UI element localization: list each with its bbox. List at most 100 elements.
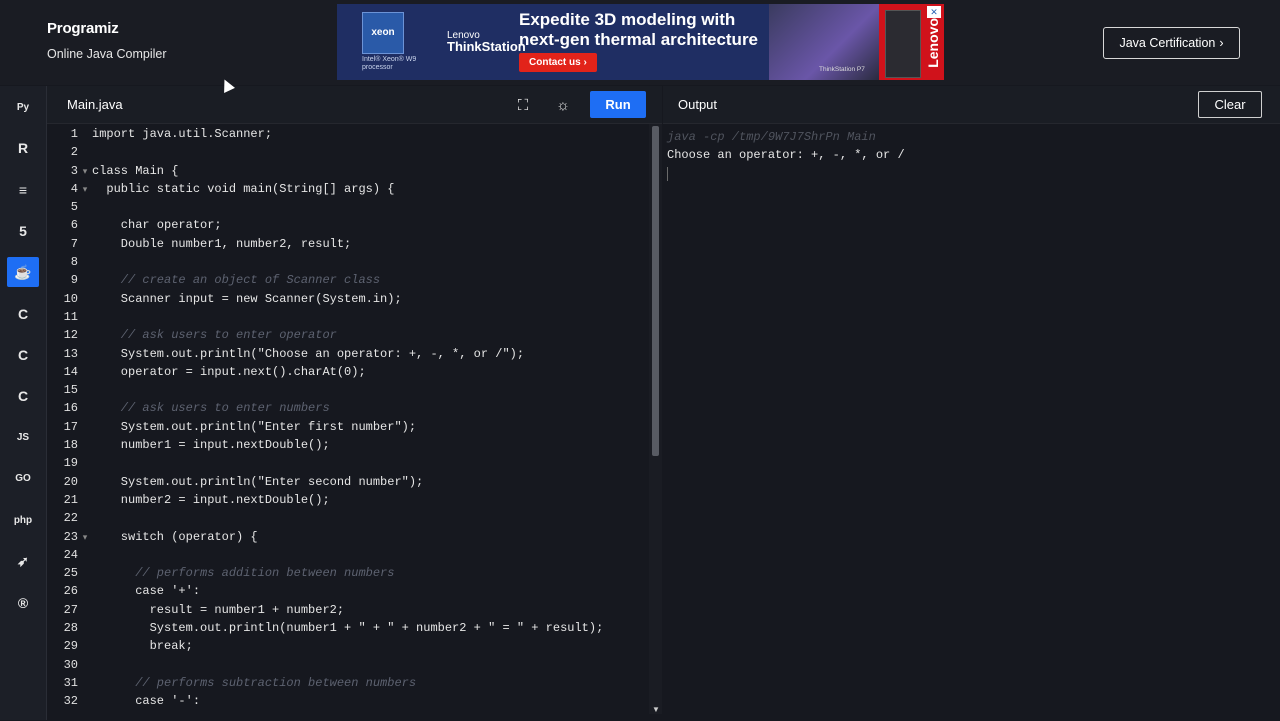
code-comment: // performs subtraction between numbers: [92, 675, 417, 690]
code-line[interactable]: 24: [47, 546, 649, 564]
code-text: System.out.println(number1 + " + " + num…: [92, 621, 604, 636]
intel-caption: Intel® Xeon® W9 processor: [362, 56, 417, 71]
java-icon[interactable]: ☕: [7, 257, 39, 288]
code-line[interactable]: 7 Double number1, number2, result;: [47, 235, 649, 253]
code-text: class Main {: [92, 163, 179, 178]
line-number: 23: [63, 529, 78, 544]
line-number: 4: [70, 181, 78, 196]
sql-icon[interactable]: ≡: [7, 175, 39, 205]
output-toolbar: Output Clear: [663, 86, 1280, 124]
lenovo-thinkstation-label: Lenovo ThinkStation: [447, 30, 526, 54]
line-number: 3: [70, 163, 78, 178]
line-number: 11: [63, 309, 78, 324]
code-line[interactable]: 14 operator = input.next().charAt(0);: [47, 363, 649, 381]
line-number: 19: [63, 456, 78, 471]
code-line[interactable]: 30: [47, 656, 649, 674]
code-text: result = number1 + number2;: [92, 602, 345, 617]
line-number: 2: [70, 145, 78, 160]
ad-contact-button[interactable]: Contact us ›: [519, 53, 597, 72]
code-line[interactable]: 4 ▾ public static void main(String[] args…: [47, 180, 649, 198]
line-number: 32: [63, 694, 78, 709]
javascript-icon[interactable]: JS: [7, 422, 39, 452]
csharp-icon[interactable]: C: [7, 381, 39, 411]
line-number: 22: [63, 511, 78, 526]
top-bar: Programiz Online Java Compiler xeon Inte…: [0, 0, 1280, 85]
code-line[interactable]: 26 case '+':: [47, 582, 649, 600]
java-certification-button[interactable]: Java Certification ›: [1103, 27, 1240, 59]
tab-main-java[interactable]: Main.java: [67, 97, 123, 112]
code-text: case '-':: [92, 694, 201, 709]
line-number: 14: [63, 364, 78, 379]
fullscreen-icon[interactable]: ⛶: [513, 95, 533, 115]
output-title: Output: [678, 97, 718, 112]
code-line[interactable]: 5: [47, 198, 649, 216]
code-line[interactable]: 28 System.out.println(number1 + " + " + …: [47, 619, 649, 637]
clear-button[interactable]: Clear: [1198, 91, 1262, 118]
scroll-down-icon[interactable]: ▼: [652, 705, 660, 714]
code-line[interactable]: 15: [47, 381, 649, 399]
editor-scrollbar[interactable]: ▼: [649, 124, 662, 714]
code-line[interactable]: 16 // ask users to enter numbers: [47, 399, 649, 417]
code-line[interactable]: 3 ▾ class Main {: [47, 162, 649, 180]
theme-toggle-icon[interactable]: ☼: [553, 95, 573, 115]
fold-arrow-icon[interactable]: ▾: [78, 181, 92, 199]
code-line[interactable]: 8: [47, 253, 649, 271]
code-comment: // ask users to enter numbers: [92, 401, 330, 416]
code-line[interactable]: 12 // ask users to enter operator: [47, 326, 649, 344]
code-line[interactable]: 11: [47, 308, 649, 326]
code-text: break;: [92, 639, 193, 654]
scrollbar-thumb[interactable]: [652, 126, 659, 456]
swift-icon[interactable]: ➶: [7, 546, 39, 576]
code-text: Double number1, number2, result;: [92, 236, 352, 251]
code-line[interactable]: 29 break;: [47, 637, 649, 655]
code-line[interactable]: 21 number2 = input.nextDouble();: [47, 491, 649, 509]
line-number: 17: [63, 419, 78, 434]
php-icon[interactable]: php: [7, 505, 39, 535]
code-editor[interactable]: 1 import java.util.Scanner; 2 3 ▾ class Main …: [47, 124, 649, 721]
html-icon[interactable]: 5: [7, 216, 39, 246]
code-line[interactable]: 19: [47, 454, 649, 472]
code-line[interactable]: 9 // create an object of Scanner class: [47, 271, 649, 289]
cpp-icon[interactable]: C: [7, 340, 39, 370]
code-line[interactable]: 22: [47, 509, 649, 527]
fold-arrow-icon[interactable]: ▾: [78, 529, 92, 547]
code-line[interactable]: 13 System.out.println("Choose an operato…: [47, 345, 649, 363]
code-line[interactable]: 20 System.out.println("Enter second numb…: [47, 473, 649, 491]
code-line[interactable]: 10 Scanner input = new Scanner(System.in…: [47, 290, 649, 308]
code-line[interactable]: 27 result = number1 + number2;: [47, 601, 649, 619]
code-line[interactable]: 2: [47, 143, 649, 161]
advertisement-banner[interactable]: xeon Intel® Xeon® W9 processor Lenovo Th…: [337, 4, 944, 80]
ad-headline: Expedite 3D modeling with next-gen therm…: [519, 10, 759, 49]
rust-icon[interactable]: ®: [7, 588, 39, 618]
code-text: System.out.println("Enter first number")…: [92, 419, 417, 434]
brand[interactable]: Programiz Online Java Compiler: [47, 20, 167, 61]
code-line[interactable]: 17 System.out.println("Enter first numbe…: [47, 418, 649, 436]
r-icon[interactable]: R: [7, 133, 39, 163]
code-text: number1 = input.nextDouble();: [92, 438, 330, 453]
code-line[interactable]: 6 char operator;: [47, 216, 649, 234]
page-title: Online Java Compiler: [47, 47, 167, 61]
chevron-right-icon: ›: [1219, 36, 1224, 50]
programiz-logo[interactable]: Programiz: [47, 20, 167, 37]
code-text: System.out.println("Choose an operator: …: [92, 346, 525, 361]
line-number: 10: [63, 291, 78, 306]
java-certification-label: Java Certification: [1119, 36, 1216, 50]
c-icon[interactable]: C: [7, 299, 39, 329]
code-line[interactable]: 31 // performs subtraction between numbe…: [47, 674, 649, 692]
ad-close-icon[interactable]: ✕: [927, 6, 941, 18]
code-line[interactable]: 32 case '-':: [47, 692, 649, 710]
code-line[interactable]: 25 // performs addition between numbers: [47, 564, 649, 582]
line-number: 13: [63, 346, 78, 361]
code-line[interactable]: 18 number1 = input.nextDouble();: [47, 436, 649, 454]
fold-arrow-icon[interactable]: ▾: [78, 163, 92, 181]
code-text: switch (operator) {: [92, 529, 258, 544]
code-text: number2 = input.nextDouble();: [92, 492, 330, 507]
line-number: 8: [70, 255, 78, 270]
code-line[interactable]: 1 import java.util.Scanner;: [47, 125, 649, 143]
go-icon[interactable]: GO: [7, 464, 39, 494]
run-button[interactable]: Run: [590, 91, 646, 118]
output-console[interactable]: java -cp /tmp/9W7J7ShrPn Main Choose an …: [663, 124, 1280, 720]
language-sidebar: Py R ≡ 5 ☕ C C C JS GO php ➶ ®: [0, 86, 47, 720]
code-line[interactable]: 23 ▾ switch (operator) {: [47, 528, 649, 546]
python-icon[interactable]: Py: [7, 92, 39, 122]
